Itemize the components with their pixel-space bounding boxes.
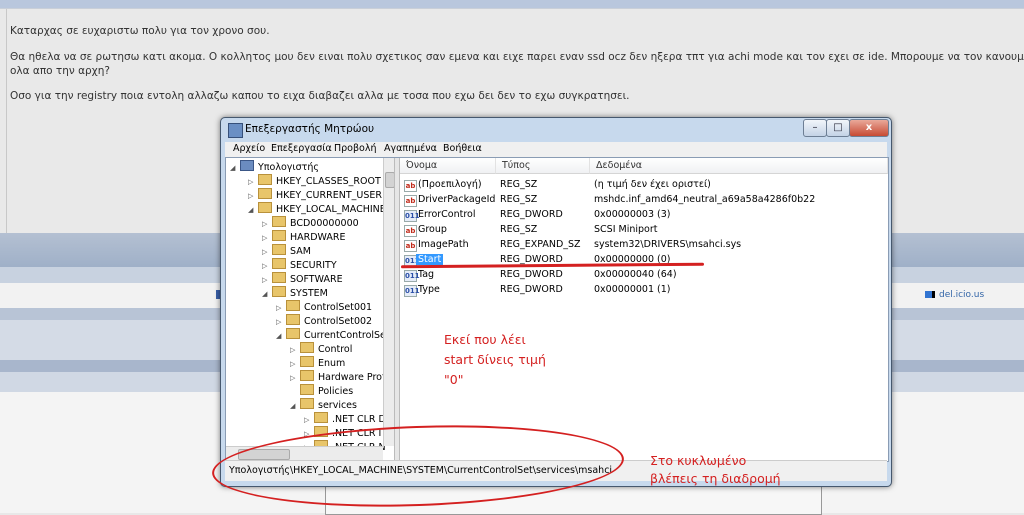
folder-icon — [300, 342, 314, 353]
expand-arrow-icon[interactable]: ▷ — [304, 413, 314, 427]
folder-icon — [272, 272, 286, 283]
tree-node-computer[interactable]: ◢ Υπολογιστής — [230, 160, 319, 174]
post-line-3: ολα απο την αρχη? — [10, 65, 110, 77]
title-bar[interactable]: Επεξεργαστής Μητρώου – □ x — [221, 118, 891, 142]
tree-node-sam[interactable]: ▷ SAM — [262, 244, 311, 258]
string-value-icon: ab — [404, 195, 417, 207]
tree-node-system[interactable]: ◢ SYSTEM — [262, 286, 328, 300]
tree-node-security[interactable]: ▷ SECURITY — [262, 258, 337, 272]
folder-icon — [272, 286, 286, 297]
folder-icon — [286, 328, 300, 339]
tree-node-hardware[interactable]: ▷ HARDWARE — [262, 230, 346, 244]
close-button[interactable]: x — [849, 119, 889, 137]
menu-file[interactable]: Αρχείο — [233, 143, 265, 154]
expand-arrow-icon[interactable]: ▷ — [262, 231, 272, 245]
folder-icon — [272, 216, 286, 227]
value-row[interactable]: 011 Type REG_DWORD 0x00000001 (1) — [400, 283, 888, 298]
menu-view[interactable]: Προβολή — [334, 143, 377, 154]
folder-icon — [300, 384, 314, 395]
tree-node-software[interactable]: ▷ SOFTWARE — [262, 272, 343, 286]
folder-icon — [258, 202, 272, 213]
folder-icon — [286, 300, 300, 311]
expand-arrow-icon[interactable]: ▷ — [262, 259, 272, 273]
folder-icon — [258, 188, 272, 199]
column-header-type[interactable]: Τύπος — [496, 158, 590, 174]
value-row[interactable]: 011 ErrorControl REG_DWORD 0x00000003 (3… — [400, 208, 888, 223]
expand-arrow-icon[interactable]: ▷ — [262, 245, 272, 259]
minimize-button[interactable]: – — [803, 119, 827, 137]
tree-node-currentcontrolset[interactable]: ◢ CurrentControlSet — [276, 328, 390, 342]
folder-icon — [300, 356, 314, 367]
tree-node-policies[interactable]: Policies — [290, 384, 353, 398]
tree-node-enum[interactable]: ▷ Enum — [290, 356, 345, 370]
dword-value-icon: 011 — [404, 210, 420, 222]
expand-arrow-icon[interactable]: ◢ — [276, 329, 286, 343]
expand-arrow-icon[interactable]: ◢ — [290, 399, 300, 413]
key-tree: ◢ Υπολογιστής ▷ HKEY_CLASSES_ROOT ▷ HKEY_CU… — [226, 158, 394, 460]
annotation-note-path: Στο κυκλωμένο βλέπεις τη διαδρομή — [650, 453, 781, 486]
folder-icon — [272, 258, 286, 269]
folder-icon — [272, 244, 286, 255]
menu-favorites[interactable]: Αγαπημένα — [384, 143, 437, 154]
window-title: Επεξεργαστής Μητρώου — [245, 123, 375, 135]
tree-vertical-scrollbar[interactable] — [383, 158, 394, 446]
post-line-4: Οσο για την registry ποια εντολη αλλαζω … — [10, 90, 630, 102]
folder-icon — [286, 314, 300, 325]
editor-client-area: ◢ Υπολογιστής ▷ HKEY_CLASSES_ROOT ▷ HKEY_CU… — [225, 157, 889, 462]
value-row[interactable]: ab Group REG_SZ SCSI Miniport — [400, 223, 888, 238]
delicious-link[interactable]: del.icio.us — [925, 290, 984, 300]
expand-arrow-icon[interactable]: ▷ — [290, 343, 300, 357]
tree-node-netclr-data[interactable]: ▷ .NET CLR D — [304, 412, 386, 426]
expand-arrow-icon[interactable]: ▷ — [248, 189, 258, 203]
folder-icon — [300, 398, 314, 409]
expand-arrow-icon[interactable]: ◢ — [248, 203, 258, 217]
scroll-thumb[interactable] — [385, 172, 394, 188]
values-list: Όνομα Τύπος Δεδομένα ab (Προεπιλογή) REG… — [400, 158, 888, 460]
expand-arrow-icon[interactable]: ▷ — [276, 315, 286, 329]
tree-node-control[interactable]: ▷ Control — [290, 342, 352, 356]
tree-node-hkcr[interactable]: ▷ HKEY_CLASSES_ROOT — [248, 174, 381, 188]
annotation-note-start: Εκεί που λέει start δίνεις τιμή "0" — [444, 332, 546, 387]
expand-arrow-icon[interactable]: ▷ — [262, 273, 272, 287]
tree-node-hkcu[interactable]: ▷ HKEY_CURRENT_USER — [248, 188, 382, 202]
column-header-name[interactable]: Όνομα — [400, 158, 496, 174]
maximize-button[interactable]: □ — [826, 119, 850, 137]
value-row[interactable]: ab DriverPackageId REG_SZ mshdc.inf_amd6… — [400, 193, 888, 208]
folder-icon — [272, 230, 286, 241]
menu-help[interactable]: Βοήθεια — [443, 143, 482, 154]
tree-node-controlset001[interactable]: ▷ ControlSet001 — [276, 300, 372, 314]
folder-icon — [258, 174, 272, 185]
column-header-data[interactable]: Δεδομένα — [590, 158, 888, 174]
tree-node-bcd[interactable]: ▷ BCD00000000 — [262, 216, 359, 230]
expand-arrow-icon[interactable]: ◢ — [262, 287, 272, 301]
menu-edit[interactable]: Επεξεργασία — [271, 143, 332, 154]
tree-node-hardware-profiles[interactable]: ▷ Hardware Prof — [290, 370, 385, 384]
tree-node-hklm[interactable]: ◢ HKEY_LOCAL_MACHINE — [248, 202, 386, 216]
expand-arrow-icon[interactable]: ▷ — [276, 301, 286, 315]
post-line-1: Καταρχας σε ευχαριστω πολυ για τον χρονο… — [10, 25, 270, 37]
computer-icon — [240, 160, 254, 171]
post-line-2: Θα ηθελα να σε ρωτησω κατι ακομα. Ο κολλ… — [10, 51, 1024, 63]
string-value-icon: ab — [404, 225, 417, 237]
delicious-icon — [925, 291, 935, 298]
folder-icon — [300, 370, 314, 381]
tree-node-services[interactable]: ◢ services — [290, 398, 357, 412]
dword-value-icon: 011 — [404, 270, 420, 282]
tree-node-controlset002[interactable]: ▷ ControlSet002 — [276, 314, 372, 328]
expand-arrow-icon[interactable]: ◢ — [230, 161, 240, 175]
value-row[interactable]: ab ImagePath REG_EXPAND_SZ system32\DRIV… — [400, 238, 888, 253]
folder-icon — [314, 412, 328, 423]
expand-arrow-icon[interactable]: ▷ — [262, 217, 272, 231]
value-row[interactable]: 011 Tag REG_DWORD 0x00000040 (64) — [400, 268, 888, 283]
dword-value-icon: 011 — [404, 285, 420, 297]
value-row[interactable]: ab (Προεπιλογή) REG_SZ (η τιμή δεν έχει … — [400, 178, 888, 193]
string-value-icon: ab — [404, 240, 417, 252]
regedit-icon — [228, 123, 243, 138]
expand-arrow-icon[interactable]: ▷ — [290, 357, 300, 371]
expand-arrow-icon[interactable]: ▷ — [248, 175, 258, 189]
forum-top-bar — [0, 0, 1024, 8]
expand-arrow-icon[interactable]: ▷ — [290, 371, 300, 385]
menu-bar: Αρχείο Επεξεργασία Προβολή Αγαπημένα Βοή… — [225, 142, 887, 157]
string-value-icon: ab — [404, 180, 417, 192]
